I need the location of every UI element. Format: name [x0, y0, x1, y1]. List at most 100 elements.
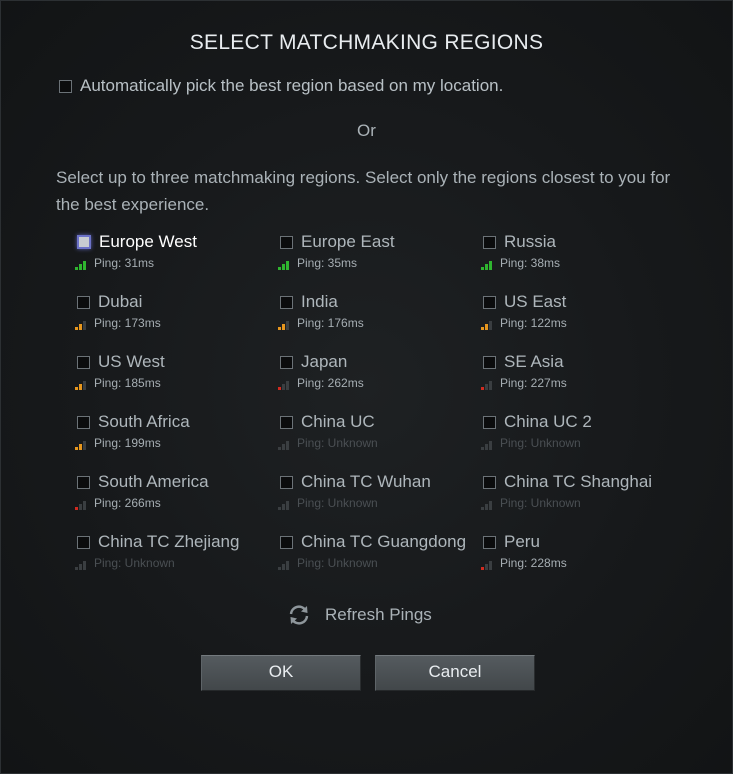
- auto-pick-checkbox[interactable]: [59, 79, 72, 93]
- region-ping-row: Ping: 35ms: [278, 256, 478, 270]
- region-option-china-tc-zhejiang[interactable]: China TC Zhejiang Ping: Unknown: [75, 531, 275, 581]
- region-option-se-asia[interactable]: SE Asia Ping: 227ms: [481, 351, 681, 401]
- region-checkbox[interactable]: [280, 415, 293, 429]
- auto-pick-option[interactable]: Automatically pick the best region based…: [59, 76, 503, 96]
- region-option-south-africa[interactable]: South Africa Ping: 199ms: [75, 411, 275, 461]
- region-option-us-east[interactable]: US East Ping: 122ms: [481, 291, 681, 341]
- region-ping-row: Ping: Unknown: [278, 556, 478, 570]
- region-checkbox[interactable]: [280, 535, 293, 549]
- refresh-icon: [286, 602, 312, 628]
- region-option-china-tc-guangdong[interactable]: China TC Guangdong Ping: Unknown: [278, 531, 478, 581]
- region-ping: Ping: 199ms: [94, 436, 161, 450]
- region-checkbox[interactable]: [280, 475, 293, 489]
- region-ping-row: Ping: 199ms: [75, 436, 275, 450]
- signal-strength-icon: [75, 320, 93, 330]
- region-name: Dubai: [98, 292, 143, 311]
- signal-bar: [481, 327, 484, 330]
- signal-strength-icon: [481, 260, 499, 270]
- region-option-china-tc-shanghai[interactable]: China TC Shanghai Ping: Unknown: [481, 471, 681, 521]
- signal-bar: [278, 507, 281, 510]
- ok-button[interactable]: OK: [201, 655, 361, 691]
- region-option-china-uc[interactable]: China UC Ping: Unknown: [278, 411, 478, 461]
- region-name-row: South America: [75, 471, 275, 493]
- region-name: China TC Wuhan: [301, 472, 431, 491]
- region-ping-row: Ping: 176ms: [278, 316, 478, 330]
- signal-bar: [485, 264, 488, 270]
- signal-bar: [481, 507, 484, 510]
- region-checkbox[interactable]: [280, 295, 293, 309]
- region-option-us-west[interactable]: US West Ping: 185ms: [75, 351, 275, 401]
- region-checkbox[interactable]: [483, 535, 496, 549]
- region-checkbox[interactable]: [77, 535, 90, 549]
- signal-bar: [286, 441, 289, 450]
- region-checkbox[interactable]: [280, 355, 293, 369]
- signal-bar: [485, 504, 488, 510]
- region-checkbox[interactable]: [483, 295, 496, 309]
- signal-strength-icon: [481, 500, 499, 510]
- signal-bar: [75, 447, 78, 450]
- region-option-south-america[interactable]: South America Ping: 266ms: [75, 471, 275, 521]
- signal-bar: [75, 267, 78, 270]
- region-name: Russia: [504, 232, 556, 251]
- region-ping-row: Ping: Unknown: [278, 436, 478, 450]
- signal-strength-icon: [75, 380, 93, 390]
- region-name-row: China UC 2: [481, 411, 681, 433]
- signal-bar: [278, 327, 281, 330]
- refresh-pings-button[interactable]: Refresh Pings: [286, 602, 432, 628]
- region-checkbox[interactable]: [77, 415, 90, 429]
- region-checkbox[interactable]: [77, 295, 90, 309]
- region-name-row: India: [278, 291, 478, 313]
- region-option-dubai[interactable]: Dubai Ping: 173ms: [75, 291, 275, 341]
- region-checkbox[interactable]: [483, 355, 496, 369]
- region-option-china-uc-2[interactable]: China UC 2 Ping: Unknown: [481, 411, 681, 461]
- region-option-europe-east[interactable]: Europe East Ping: 35ms: [278, 231, 478, 281]
- signal-bar: [79, 264, 82, 270]
- region-name-row: China TC Zhejiang: [75, 531, 275, 553]
- region-ping: Ping: Unknown: [500, 496, 581, 510]
- region-ping: Ping: 185ms: [94, 376, 161, 390]
- region-ping-row: Ping: Unknown: [278, 496, 478, 510]
- signal-bar: [489, 261, 492, 270]
- signal-strength-icon: [278, 380, 296, 390]
- region-ping-row: Ping: 185ms: [75, 376, 275, 390]
- region-option-peru[interactable]: Peru Ping: 228ms: [481, 531, 681, 581]
- region-name: China UC 2: [504, 412, 592, 431]
- region-checkbox[interactable]: [77, 475, 90, 489]
- signal-bar: [489, 501, 492, 510]
- cancel-button[interactable]: Cancel: [375, 655, 535, 691]
- signal-strength-icon: [75, 500, 93, 510]
- instructions-text: Select up to three matchmaking regions. …: [56, 168, 671, 214]
- region-option-china-tc-wuhan[interactable]: China TC Wuhan Ping: Unknown: [278, 471, 478, 521]
- signal-bar: [286, 561, 289, 570]
- or-separator: Or: [357, 121, 376, 140]
- signal-strength-icon: [278, 500, 296, 510]
- region-name-row: Japan: [278, 351, 478, 373]
- region-name-row: SE Asia: [481, 351, 681, 373]
- region-option-europe-west[interactable]: Europe West Ping: 31ms: [75, 231, 275, 281]
- region-checkbox[interactable]: [77, 355, 90, 369]
- region-checkbox[interactable]: [77, 235, 91, 249]
- signal-strength-icon: [278, 260, 296, 270]
- region-checkbox[interactable]: [483, 415, 496, 429]
- region-ping: Ping: 122ms: [500, 316, 567, 330]
- region-option-japan[interactable]: Japan Ping: 262ms: [278, 351, 478, 401]
- matchmaking-regions-dialog: SELECT MATCHMAKING REGIONS Automatically…: [0, 0, 733, 774]
- region-ping-row: Ping: 173ms: [75, 316, 275, 330]
- region-name: US East: [504, 292, 567, 311]
- region-ping-row: Ping: 266ms: [75, 496, 275, 510]
- region-checkbox[interactable]: [280, 235, 293, 249]
- signal-strength-icon: [75, 260, 93, 270]
- signal-bar: [278, 447, 281, 450]
- region-checkbox[interactable]: [483, 475, 496, 489]
- region-name: Europe East: [301, 232, 395, 251]
- region-ping-row: Ping: Unknown: [481, 496, 681, 510]
- signal-bar: [79, 504, 82, 510]
- signal-bar: [83, 261, 86, 270]
- region-checkbox[interactable]: [483, 235, 496, 249]
- region-option-russia[interactable]: Russia Ping: 38ms: [481, 231, 681, 281]
- region-name: China TC Zhejiang: [98, 532, 240, 551]
- region-ping: Ping: 38ms: [500, 256, 561, 270]
- region-option-india[interactable]: India Ping: 176ms: [278, 291, 478, 341]
- region-ping: Ping: 266ms: [94, 496, 161, 510]
- signal-bar: [286, 381, 289, 390]
